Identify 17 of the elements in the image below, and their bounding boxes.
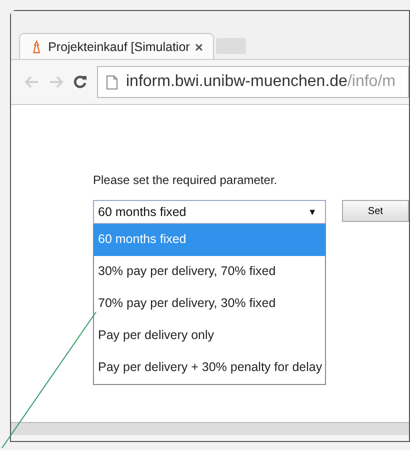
parameter-select[interactable]: 60 months fixed ▼	[93, 200, 326, 224]
tab-title: Projekteinkauf [Simulatior	[48, 40, 190, 54]
back-icon[interactable]	[25, 76, 39, 88]
reload-icon[interactable]	[73, 75, 87, 89]
address-bar[interactable]: inform.bwi.unibw-muenchen.de/info/m	[97, 66, 409, 98]
dropdown-option[interactable]: 30% pay per delivery, 70% fixed	[94, 256, 325, 288]
browser-tab[interactable]: Projekteinkauf [Simulatior ×	[19, 33, 214, 59]
horizontal-scrollbar[interactable]	[11, 422, 409, 435]
close-icon[interactable]: ×	[194, 38, 203, 54]
dropdown-option[interactable]: 70% pay per delivery, 30% fixed	[94, 288, 325, 320]
dropdown-option[interactable]: Pay per delivery + 30% penalty for delay	[94, 352, 325, 384]
page-icon	[106, 74, 118, 90]
prompt-text: Please set the required parameter.	[93, 173, 278, 187]
set-button[interactable]: Set	[342, 200, 409, 222]
url-text: inform.bwi.unibw-muenchen.de/info/m	[126, 73, 396, 91]
forward-icon[interactable]	[49, 76, 63, 88]
dropdown-option[interactable]: Pay per delivery only	[94, 320, 325, 352]
